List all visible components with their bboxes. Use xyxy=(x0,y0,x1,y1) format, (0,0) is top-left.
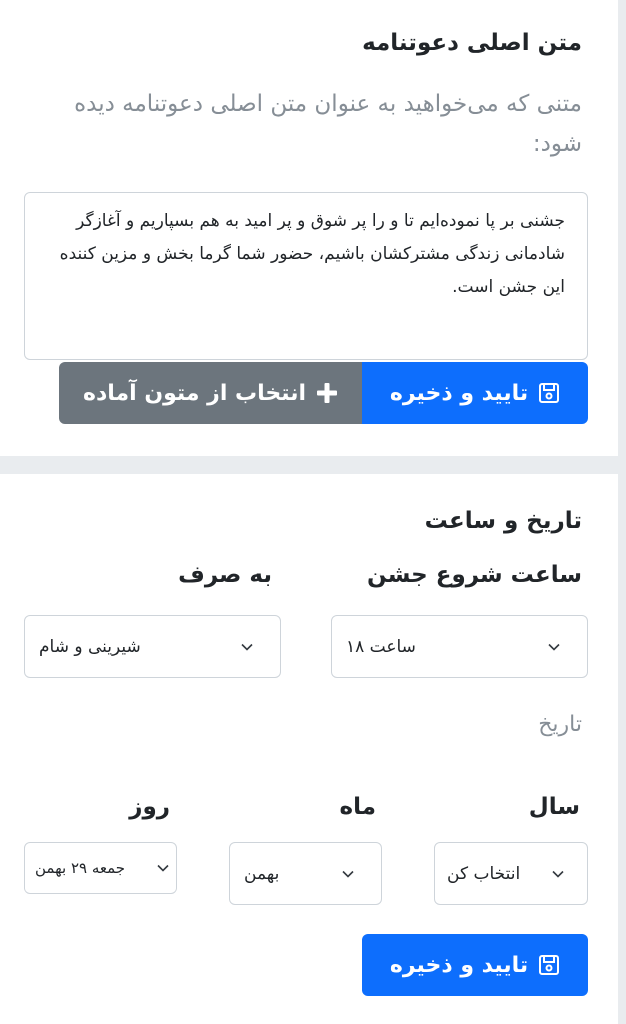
serving-value: شیرینی و شام xyxy=(39,636,141,657)
invitation-text-title: متن اصلی دعوتنامه xyxy=(362,30,582,56)
save-date-button[interactable]: تایید و ذخیره xyxy=(362,934,588,996)
choose-template-button[interactable]: انتخاب از متون آماده xyxy=(59,362,362,424)
date-time-title: تاریخ و ساعت xyxy=(424,508,582,534)
start-time-label: ساعت شروع جشن xyxy=(367,562,582,588)
serving-select[interactable]: شیرینی و شام xyxy=(24,615,281,678)
date-label: تاریخ xyxy=(538,712,582,737)
day-select[interactable]: جمعه ۲۹ بهمن xyxy=(24,842,177,894)
month-select[interactable]: بهمن xyxy=(229,842,382,905)
save-date-label: تایید و ذخیره xyxy=(389,952,529,978)
start-time-value: ساعت ۱۸ xyxy=(346,636,416,657)
day-label: روز xyxy=(129,794,170,820)
invitation-text-description: متنی که می‌خواهید به عنوان متن اصلی دعوت… xyxy=(74,91,582,157)
save-button[interactable]: تایید و ذخیره xyxy=(362,362,588,424)
chevron-down-icon xyxy=(157,864,169,872)
chevron-down-icon xyxy=(548,643,560,651)
year-label: سال xyxy=(528,794,580,820)
floppy-disk-icon xyxy=(538,954,560,976)
invitation-text-input[interactable]: جشنی بر پا نموده‌ایم تا و را پر شوق و پر… xyxy=(24,192,588,360)
choose-template-label: انتخاب از متون آماده xyxy=(82,380,307,406)
day-value: جمعه ۲۹ بهمن xyxy=(35,859,126,877)
floppy-disk-icon xyxy=(538,382,560,404)
year-value: انتخاب کن xyxy=(447,863,521,884)
month-value: بهمن xyxy=(244,863,280,884)
plus-icon xyxy=(316,382,338,404)
invitation-text-card: متن اصلی دعوتنامه متنی که می‌خواهید به ع… xyxy=(0,0,618,456)
date-time-card: تاریخ و ساعت ساعت شروع جشن به صرف ساعت ۱… xyxy=(0,474,618,1024)
chevron-down-icon xyxy=(241,643,253,651)
month-label: ماه xyxy=(339,794,376,820)
serving-label: به صرف xyxy=(178,562,272,588)
save-button-label: تایید و ذخیره xyxy=(389,380,529,406)
chevron-down-icon xyxy=(342,870,354,878)
start-time-select[interactable]: ساعت ۱۸ xyxy=(331,615,588,678)
chevron-down-icon xyxy=(552,870,564,878)
year-select[interactable]: انتخاب کن xyxy=(434,842,588,905)
